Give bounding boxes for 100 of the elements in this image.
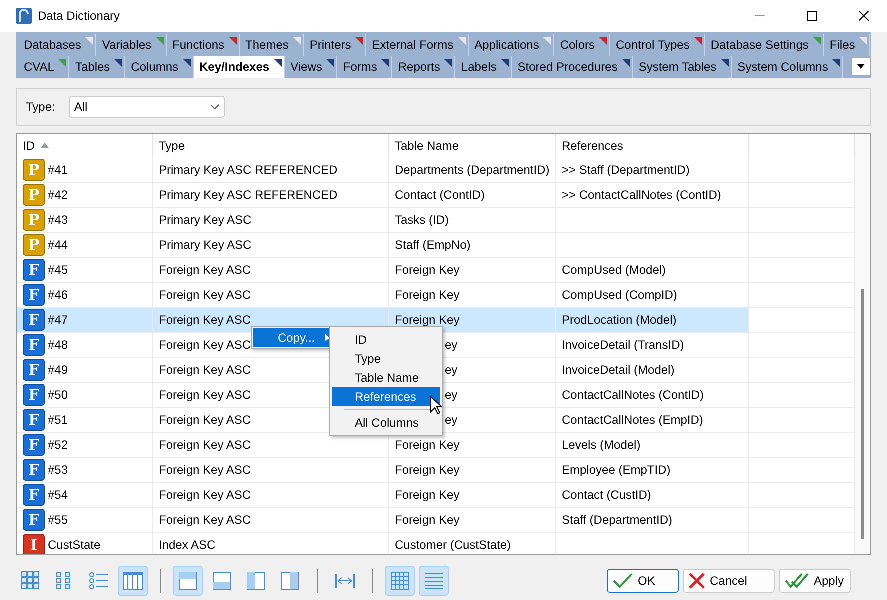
- tab[interactable]: External Forms: [366, 34, 469, 56]
- sort-ascending-icon: [41, 143, 49, 148]
- grid-lines-icon: [389, 570, 411, 592]
- table-cell: InvoiceDetail (TransID): [556, 332, 749, 358]
- table-cell: #47: [48, 312, 68, 327]
- table-cell: Foreign Key: [389, 458, 556, 483]
- table-cell: Staff (EmpNo): [389, 232, 556, 258]
- tab[interactable]: Stored Procedures: [512, 56, 633, 78]
- table-cell: Primary Key ASC: [153, 208, 389, 233]
- table-cell: ProdLocation (Model): [556, 308, 749, 333]
- tab[interactable]: System Columns: [732, 56, 844, 78]
- chevron-down-icon: [210, 104, 220, 110]
- table-cell: #49: [48, 362, 68, 377]
- tab[interactable]: CVAL: [18, 56, 70, 78]
- ok-button[interactable]: OK: [607, 569, 679, 594]
- table-cell: Contact (CustID): [556, 482, 749, 508]
- copy-menu-item[interactable]: Copy...: [253, 328, 329, 347]
- table-cell: Customer (CustState): [389, 532, 556, 554]
- tab[interactable]: Reports: [392, 56, 456, 78]
- table-cell: Tasks (ID): [389, 208, 556, 233]
- tab[interactable]: Database Settings: [704, 34, 824, 56]
- table-cell: Employee (EmpTID): [556, 458, 749, 483]
- large-icons-icon: [20, 570, 42, 592]
- key-type-icon: F: [23, 358, 45, 381]
- tab[interactable]: Colors: [554, 34, 610, 56]
- table-cell: Staff (DepartmentID): [556, 508, 749, 533]
- layout-right-icon: [279, 570, 301, 592]
- mouse-pointer-icon: [430, 396, 444, 416]
- column-header[interactable]: Type: [153, 134, 389, 158]
- key-type-icon: F: [23, 308, 45, 331]
- table-cell: Index ASC: [153, 532, 389, 554]
- close-icon: [859, 11, 869, 21]
- table-cell: ContactCallNotes (EmpID): [556, 408, 749, 433]
- column-header[interactable]: References: [556, 134, 749, 158]
- key-type-icon: P: [23, 184, 45, 206]
- list-icon: [88, 570, 110, 592]
- column-header[interactable]: ID: [17, 134, 153, 158]
- tab[interactable]: System Tables: [632, 56, 732, 78]
- key-type-icon: F: [23, 508, 45, 531]
- key-type-icon: F: [23, 484, 45, 506]
- tab[interactable]: Variables: [96, 34, 167, 56]
- column-header[interactable]: Table Name: [389, 134, 556, 158]
- scrollbar-thumb[interactable]: [861, 288, 864, 540]
- key-type-icon: F: [23, 334, 45, 356]
- tab[interactable]: Files: [824, 34, 870, 56]
- tab[interactable]: Views: [284, 56, 338, 78]
- table-cell: Foreign Key: [389, 482, 556, 508]
- tab[interactable]: Databases: [18, 34, 96, 56]
- table-cell: #54: [48, 488, 68, 502]
- key-type-icon: F: [23, 458, 45, 481]
- toolbar-button[interactable]: [419, 566, 449, 596]
- tab[interactable]: Forms: [337, 56, 392, 78]
- table-cell: Foreign Key ASC: [153, 258, 389, 283]
- cross-icon: [688, 572, 706, 590]
- table-cell: Foreign Key: [389, 508, 556, 533]
- layout-top-icon: [177, 570, 199, 592]
- tab[interactable]: Applications: [468, 34, 554, 56]
- tab[interactable]: Control Types: [610, 34, 705, 56]
- table-cell: Departments (DepartmentID): [389, 158, 556, 183]
- table-cell: #41: [48, 162, 68, 177]
- key-type-icon: P: [23, 208, 45, 231]
- table-cell: #46: [48, 288, 68, 302]
- table-cell: CompUsed (Model): [556, 258, 749, 283]
- table-cell: >> ContactCallNotes (ContID): [556, 182, 749, 208]
- table-cell: #50: [48, 388, 68, 402]
- toolbar-button[interactable]: [118, 566, 148, 596]
- details-view-icon: [122, 570, 144, 592]
- tab[interactable]: Tables: [69, 56, 126, 78]
- table-cell: Foreign Key ASC: [153, 508, 389, 533]
- layout-bottom-icon: [211, 570, 233, 592]
- toolbar-button[interactable]: [173, 566, 203, 596]
- toolbar-button[interactable]: [385, 566, 415, 596]
- key-type-icon: P: [23, 158, 45, 181]
- tab[interactable]: Labels: [455, 56, 512, 78]
- tab[interactable]: Key/Indexes: [194, 56, 285, 78]
- double-check-icon: [784, 572, 810, 590]
- maximize-icon: [807, 11, 817, 21]
- tab-list-button[interactable]: [851, 57, 871, 76]
- table-cell: #42: [48, 188, 68, 202]
- table-cell: #53: [48, 462, 68, 477]
- type-dropdown[interactable]: All: [69, 96, 226, 118]
- table-cell: #52: [48, 438, 68, 452]
- table-cell: InvoiceDetail (Model): [556, 358, 749, 383]
- table-cell: #55: [48, 512, 68, 527]
- submenu-arrow-icon: [325, 334, 329, 342]
- table-cell: Contact (ContID): [389, 182, 556, 208]
- key-type-icon: F: [23, 408, 45, 431]
- table-cell: Foreign Key ASC: [153, 482, 389, 508]
- table-cell: Primary Key ASC: [153, 232, 389, 258]
- table-cell: #45: [48, 262, 68, 277]
- table-cell: #43: [48, 212, 68, 227]
- cancel-button[interactable]: Cancel: [683, 569, 775, 594]
- key-type-icon: F: [23, 284, 45, 306]
- menu-item[interactable]: References: [332, 387, 440, 406]
- table-cell: Foreign Key: [389, 258, 556, 283]
- apply-button[interactable]: Apply: [779, 569, 851, 594]
- key-type-icon: F: [23, 384, 45, 406]
- window-title: Data Dictionary: [38, 9, 122, 23]
- tab[interactable]: Printers: [304, 34, 366, 56]
- table-cell: ContactCallNotes (ContID): [556, 382, 749, 408]
